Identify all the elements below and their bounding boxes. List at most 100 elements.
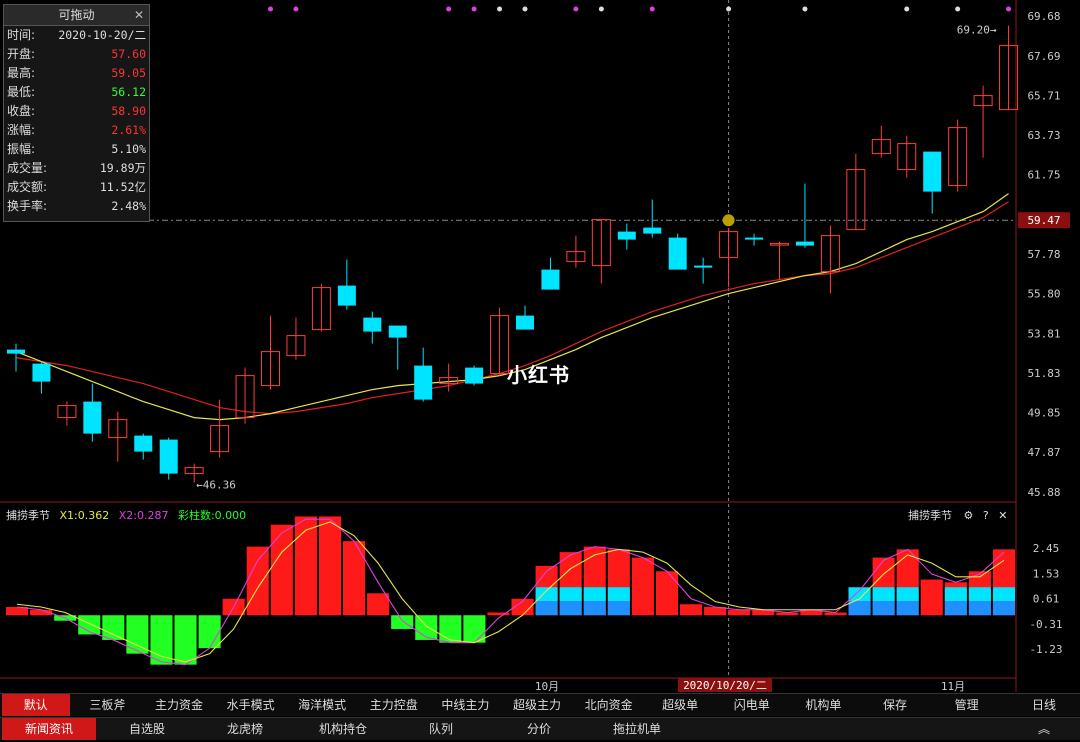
- tab-8[interactable]: 北向资金: [575, 694, 643, 716]
- indicator-name: 捕捞季节: [6, 509, 50, 522]
- info-row-value: 2.48%: [111, 199, 146, 213]
- indicator-bar-blue: [559, 601, 582, 616]
- tab-11[interactable]: 机构单: [790, 694, 858, 716]
- indicator-bar-blue: [968, 601, 991, 616]
- indicator-bar-cyan: [896, 587, 919, 602]
- indicator-bar: [415, 615, 438, 640]
- tab-1[interactable]: 自选股: [100, 718, 194, 740]
- close-icon[interactable]: ✕: [134, 5, 144, 25]
- indicator-bar: [150, 615, 173, 665]
- high-annotation: 69.20→: [957, 24, 997, 37]
- tabs1-right[interactable]: 日线: [1024, 694, 1064, 716]
- info-tabs: 新闻资讯 自选股 龙虎榜 机构持仓 队列 分价 拖拉机单 ︽: [0, 717, 1080, 740]
- tab-5[interactable]: 主力控盘: [360, 694, 428, 716]
- info-row-label: 振幅:: [7, 142, 36, 156]
- info-row: 最高: 59.05: [4, 64, 149, 83]
- indicator-bar-cyan: [559, 587, 582, 602]
- info-row: 换手率: 2.48%: [4, 197, 149, 216]
- tab-9[interactable]: 超级单: [646, 694, 714, 716]
- indicator-bar-blue: [535, 601, 558, 616]
- indicator-x2: X2:0.287: [118, 509, 169, 522]
- signal-dot: [522, 6, 528, 12]
- info-row: 振幅: 5.10%: [4, 140, 149, 159]
- signal-dot: [268, 6, 273, 12]
- settings-icon[interactable]: ⚙: [964, 509, 974, 522]
- ohlc-info-panel[interactable]: 可拖动 ✕ 时间: 2020-10-20/二 开盘: 57.60 最高: 59.05 最低:…: [3, 4, 150, 222]
- indicator-bar: [391, 615, 414, 629]
- close-indicator-icon[interactable]: ✕: [998, 509, 1007, 522]
- signal-dot: [598, 6, 604, 12]
- candle-body-down: [694, 265, 713, 268]
- tab-6[interactable]: 中线主力: [432, 694, 500, 716]
- info-row-label: 最低:: [7, 85, 36, 99]
- info-panel-title: 可拖动: [58, 8, 95, 22]
- indicator-bar: [294, 516, 317, 616]
- info-row: 涨幅: 2.61%: [4, 121, 149, 140]
- tab-7[interactable]: 超级主力: [503, 694, 571, 716]
- tab-4[interactable]: 队列: [394, 718, 488, 740]
- indicator-header-right: 捕捞季节 ⚙ ? ✕: [908, 507, 1007, 525]
- candle-body-down: [923, 151, 942, 192]
- tab-13[interactable]: 管理: [933, 694, 1001, 716]
- candle-body-down: [745, 237, 764, 240]
- price-tick-label: 61.75: [1027, 169, 1060, 182]
- info-row: 开盘: 57.60: [4, 45, 149, 64]
- tab-6[interactable]: 拖拉机单: [590, 718, 684, 740]
- indicator-bar: [631, 557, 654, 616]
- signal-dot: [446, 6, 452, 12]
- candle-body-down: [516, 315, 534, 330]
- indicator-bar-cyan: [607, 587, 630, 602]
- info-row-value: 59.05: [111, 66, 146, 80]
- help-icon[interactable]: ?: [983, 509, 989, 522]
- indicator-bar-cyan: [583, 587, 606, 602]
- indicator-bars: 彩柱数:0.000: [177, 509, 247, 522]
- indicator-tick-label: -1.23: [1029, 643, 1062, 656]
- indicator-bar: [343, 541, 366, 616]
- indicator-bar-blue: [872, 601, 895, 616]
- candle-body-down: [363, 317, 382, 332]
- indicator-x1: X1:0.362: [59, 509, 110, 522]
- signal-dot: [726, 6, 732, 12]
- candle-body-down: [32, 363, 51, 382]
- tab-0[interactable]: 默认: [2, 694, 70, 716]
- price-tick-label: 51.83: [1027, 367, 1060, 380]
- signal-dot: [471, 6, 477, 12]
- tab-1[interactable]: 三板斧: [74, 694, 142, 716]
- watermark: 小红书: [507, 363, 570, 387]
- info-row-label: 换手率:: [7, 199, 48, 213]
- candle-body-down: [465, 367, 484, 384]
- info-row-value: 2020-10-20/二: [58, 28, 146, 42]
- info-row: 时间: 2020-10-20/二: [4, 26, 149, 45]
- tab-4[interactable]: 海洋模式: [288, 694, 356, 716]
- signal-dot: [955, 6, 961, 12]
- indicator-bar: [367, 593, 390, 616]
- info-row-label: 成交额:: [7, 180, 48, 194]
- price-tick-label: 65.71: [1027, 89, 1060, 102]
- signal-dot: [1006, 6, 1012, 12]
- candle-body-down: [134, 435, 153, 452]
- info-panel-header[interactable]: 可拖动 ✕: [4, 5, 149, 26]
- tab-0[interactable]: 新闻资讯: [2, 718, 96, 740]
- tab-10[interactable]: 闪电单: [718, 694, 786, 716]
- indicator-bar-blue: [583, 601, 606, 616]
- price-tick-label: 53.81: [1027, 327, 1060, 340]
- indicator-tick-label: -0.31: [1029, 618, 1062, 631]
- info-row-value: 19.89万: [99, 161, 146, 175]
- info-row-value: 58.90: [111, 104, 146, 118]
- indicator-tabs: 默认 三板斧 主力资金 水手模式 海洋模式 主力控盘 中线主力 超级主力 北向资金 超级单 闪电单机…: [0, 693, 1080, 716]
- price-tick-label: 69.68: [1027, 10, 1060, 23]
- tab-12[interactable]: 保存: [861, 694, 929, 716]
- indicator-name-right[interactable]: 捕捞季节: [908, 509, 952, 522]
- tabs2-right[interactable]: ︽: [1024, 718, 1064, 740]
- tab-5[interactable]: 分价: [492, 718, 586, 740]
- indicator-tick-label: 2.45: [1033, 542, 1060, 555]
- indicator-bar: [102, 615, 125, 640]
- tab-2[interactable]: 龙虎榜: [198, 718, 292, 740]
- tab-3[interactable]: 机构持仓: [296, 718, 390, 740]
- candle-body-down: [795, 241, 814, 246]
- tab-3[interactable]: 水手模式: [217, 694, 285, 716]
- info-row-label: 最高:: [7, 66, 36, 80]
- indicator-bar-cyan: [872, 587, 895, 602]
- candle-body-down: [541, 269, 560, 290]
- tab-2[interactable]: 主力资金: [145, 694, 213, 716]
